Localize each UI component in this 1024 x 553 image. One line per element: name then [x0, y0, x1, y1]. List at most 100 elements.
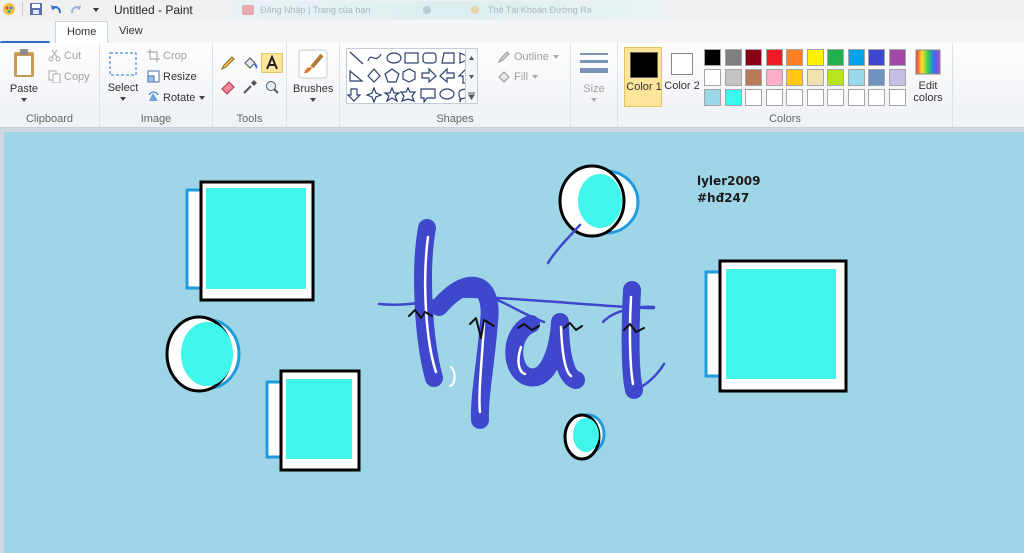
- blurred-tab-1: Đăng Nhập | Trang của bạn: [260, 5, 371, 15]
- shapes-gallery-icons: [346, 51, 475, 104]
- palette-swatch[interactable]: [888, 89, 906, 106]
- canvas-work-area: lyler2009 #hđ247: [0, 128, 1024, 553]
- copy-label: Copy: [64, 70, 90, 83]
- color2-swatch: [671, 53, 693, 75]
- shapes-scrollbar[interactable]: [465, 49, 477, 103]
- shapes-group: Outline Fill Shapes: [340, 43, 571, 127]
- crop-icon: [147, 49, 160, 62]
- copy-button[interactable]: Copy: [48, 70, 90, 83]
- fill-tool[interactable]: [239, 53, 261, 73]
- palette-swatch[interactable]: [806, 49, 824, 66]
- square-shape: [265, 369, 361, 472]
- palette-swatch[interactable]: [868, 69, 885, 86]
- eraser-tool[interactable]: [217, 77, 239, 97]
- outline-button[interactable]: Outline: [497, 50, 560, 64]
- signature-line-2: #hđ247: [697, 191, 750, 205]
- customize-toolbar-icon[interactable]: [89, 2, 103, 16]
- palette-swatch[interactable]: [806, 69, 824, 86]
- palette-swatch[interactable]: [868, 49, 885, 66]
- palette-swatch[interactable]: [806, 89, 824, 106]
- text-tool[interactable]: [261, 53, 283, 73]
- palette-swatch[interactable]: [827, 69, 844, 86]
- paste-button[interactable]: Paste: [6, 47, 42, 105]
- color-spectrum-icon: [915, 49, 941, 75]
- line-size-icon: [580, 53, 608, 73]
- palette-swatch[interactable]: [827, 89, 844, 106]
- signature-text: lyler2009 #hđ247: [697, 173, 761, 207]
- tools-group-label: Tools: [236, 113, 263, 125]
- resize-button[interactable]: Resize: [147, 70, 197, 83]
- palette-swatch[interactable]: [704, 49, 721, 66]
- palette-swatch[interactable]: [765, 49, 783, 66]
- outline-label: Outline: [514, 51, 549, 63]
- select-button[interactable]: Select: [105, 49, 141, 105]
- drawing-canvas[interactable]: lyler2009 #hđ247: [4, 132, 1024, 553]
- crop-button[interactable]: Crop: [147, 49, 187, 62]
- palette-swatch[interactable]: [786, 89, 803, 106]
- ribbon: Paste Cut Copy Clipboard Select Crop Res…: [0, 43, 1024, 128]
- brushes-button[interactable]: Brushes: [293, 47, 333, 107]
- fill-button[interactable]: Fill: [497, 70, 539, 84]
- magnifier-tool[interactable]: [261, 77, 283, 97]
- clipboard-icon: [14, 49, 34, 77]
- palette-swatch[interactable]: [888, 69, 906, 86]
- size-button[interactable]: Size: [576, 49, 612, 105]
- palette-swatch[interactable]: [724, 49, 742, 66]
- edit-colors-label: Edit colors: [913, 80, 943, 104]
- resize-label: Resize: [163, 70, 197, 83]
- edit-colors-button[interactable]: Edit colors: [908, 47, 948, 107]
- palette-swatch[interactable]: [765, 89, 783, 106]
- color-picker-tool[interactable]: [239, 77, 261, 97]
- circle-shape: [558, 164, 640, 238]
- title-bar: Untitled - Paint Đăng Nhập | Trang của b…: [0, 0, 1024, 21]
- palette-swatch[interactable]: [786, 49, 803, 66]
- palette-swatch[interactable]: [827, 49, 844, 66]
- text-a-icon: [266, 55, 278, 70]
- color1-label: Color 1: [626, 81, 662, 93]
- palette-swatch[interactable]: [724, 69, 742, 86]
- palette-swatch[interactable]: [745, 69, 762, 86]
- color2-button[interactable]: Color 2: [663, 47, 701, 107]
- palette-swatch[interactable]: [724, 89, 742, 106]
- palette-swatch[interactable]: [765, 69, 783, 86]
- window-title: Untitled - Paint: [114, 3, 193, 17]
- background-browser-tabs: Đăng Nhập | Trang của bạn Thẻ Tài Khoản …: [232, 1, 664, 19]
- palette-swatch[interactable]: [847, 69, 865, 86]
- paste-label: Paste: [9, 83, 39, 95]
- undo-icon[interactable]: [49, 2, 63, 16]
- colors-group: Color 1 Color 2 Edit colors Colors: [618, 43, 953, 127]
- copy-icon: [48, 70, 61, 83]
- palette-swatch[interactable]: [704, 69, 721, 86]
- color2-label: Color 2: [664, 80, 700, 92]
- signature-line-1: lyler2009: [697, 174, 761, 188]
- magnifier-icon: [266, 81, 279, 94]
- palette-swatch[interactable]: [868, 89, 885, 106]
- color1-button[interactable]: Color 1: [624, 47, 662, 107]
- paint-app-icon[interactable]: [2, 2, 16, 16]
- palette-swatch[interactable]: [888, 49, 906, 66]
- circle-shape: [563, 413, 606, 461]
- tools-group: Tools: [213, 43, 287, 127]
- cut-button[interactable]: Cut: [48, 49, 81, 62]
- redo-icon[interactable]: [69, 2, 83, 16]
- tab-home[interactable]: Home: [55, 21, 109, 43]
- palette-swatch[interactable]: [847, 89, 865, 106]
- palette-swatch[interactable]: [786, 69, 803, 86]
- rotate-label: Rotate: [163, 91, 196, 104]
- square-shape: [704, 259, 848, 393]
- hand-lettering: [377, 219, 666, 429]
- colors-group-label: Colors: [769, 113, 801, 125]
- palette-swatch[interactable]: [847, 49, 865, 66]
- paint-bucket-icon: [244, 57, 258, 69]
- brushes-label: Brushes: [293, 83, 334, 95]
- pencil-tool[interactable]: [217, 53, 239, 73]
- rotate-button[interactable]: Rotate: [147, 91, 206, 104]
- tab-view[interactable]: View: [108, 21, 154, 42]
- rotate-icon: [148, 91, 159, 101]
- image-group: Select Crop Resize Rotate Image: [100, 43, 213, 127]
- palette-swatch[interactable]: [704, 89, 721, 106]
- save-icon[interactable]: [29, 2, 43, 16]
- select-rectangle-icon: [109, 52, 137, 76]
- palette-swatch[interactable]: [745, 89, 762, 106]
- palette-swatch[interactable]: [745, 49, 762, 66]
